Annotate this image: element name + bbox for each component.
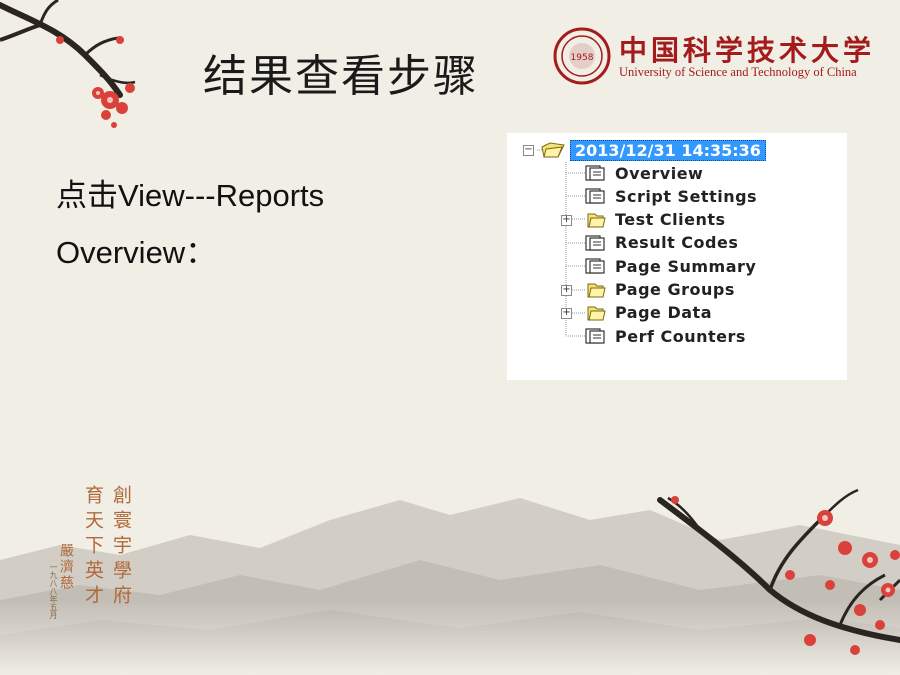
tree-item-label[interactable]: Page Groups	[615, 280, 735, 299]
tree-item-label[interactable]: Page Summary	[615, 257, 756, 276]
collapse-icon[interactable]: −	[523, 144, 534, 156]
tree-item[interactable]: Overview	[561, 162, 703, 184]
folder-icon	[583, 211, 609, 229]
calligraphy-column-2: 育天下英才	[82, 485, 104, 610]
reports-tree-panel: − 2013/12/31 14:35:36 Overview Script Set…	[507, 133, 847, 380]
expand-icon[interactable]: +	[561, 307, 572, 319]
tree-item-label[interactable]: Result Codes	[615, 233, 738, 252]
tree-item-label[interactable]: Test Clients	[615, 210, 726, 229]
folder-icon	[583, 304, 609, 322]
overview-label: Overview：	[56, 235, 217, 270]
instruction-text: 点击View---Reports	[56, 178, 325, 213]
university-seal-icon: 1958	[553, 27, 611, 85]
expand-icon[interactable]: +	[561, 284, 572, 296]
seal-year: 1958	[571, 53, 594, 63]
report-icon	[583, 327, 609, 345]
tree-item-label[interactable]: Perf Counters	[615, 327, 746, 346]
calligraphy-inscription: 創寰宇學府 育天下英才 嚴濟慈 一九八八年五月	[48, 485, 138, 625]
tree-root-node[interactable]: − 2013/12/31 14:35:36	[523, 139, 766, 161]
open-folder-icon	[541, 142, 565, 158]
tree-item-label[interactable]: Page Data	[615, 303, 712, 322]
tree-item-label[interactable]: Overview	[615, 164, 703, 183]
folder-icon	[583, 281, 609, 299]
tree-item[interactable]: Page Summary	[561, 255, 756, 277]
calligraphy-signature: 嚴濟慈	[58, 543, 74, 591]
report-icon	[583, 187, 609, 205]
calligraphy-column-1: 創寰宇學府	[110, 485, 132, 610]
tree-item[interactable]: + Page Groups	[561, 279, 735, 301]
report-icon	[583, 257, 609, 275]
tree-item[interactable]: Result Codes	[561, 232, 738, 254]
tree-item[interactable]: Perf Counters	[561, 325, 746, 347]
report-icon	[583, 234, 609, 252]
university-logo: 1958 中国科学技术大学 University of Science and …	[553, 27, 873, 87]
expand-icon[interactable]: +	[561, 214, 572, 226]
calligraphy-date: 一九八八年五月	[49, 563, 58, 619]
report-icon	[583, 164, 609, 182]
tree-item-label[interactable]: Script Settings	[615, 187, 757, 206]
tree-item[interactable]: Script Settings	[561, 185, 757, 207]
university-name-en: University of Science and Technology of …	[619, 65, 857, 79]
slide-title: 结果查看步骤	[203, 51, 479, 102]
university-name-cn: 中国科学技术大学	[619, 34, 876, 67]
tree-item[interactable]: + Page Data	[561, 302, 712, 324]
tree-root-label[interactable]: 2013/12/31 14:35:36	[570, 139, 766, 161]
tree-item[interactable]: + Test Clients	[561, 209, 726, 231]
plum-branch-top-left	[0, 0, 136, 128]
